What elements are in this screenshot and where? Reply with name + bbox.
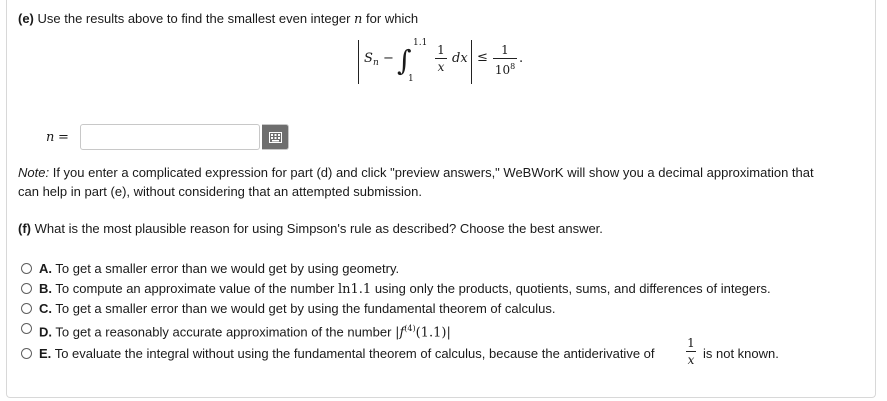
note-label: Note: bbox=[18, 165, 50, 180]
answer-label-var: n bbox=[46, 130, 55, 145]
part-e-prompt: (e) Use the results above to find the sm… bbox=[18, 9, 418, 29]
option-e-post: is not known. bbox=[703, 346, 779, 361]
answer-input[interactable] bbox=[80, 124, 260, 150]
simpson-sub: n bbox=[373, 58, 379, 68]
part-e-label: (e) bbox=[18, 11, 34, 26]
integral-sign: ∫ bbox=[397, 44, 412, 77]
simpson-s: S bbox=[364, 51, 373, 66]
option-c[interactable]: C. To get a smaller error than we would … bbox=[39, 299, 555, 318]
radio-option-e[interactable] bbox=[21, 348, 32, 359]
option-d[interactable]: D. To get a reasonably accurate approxim… bbox=[39, 319, 451, 342]
option-a[interactable]: A. To get a smaller error than we would … bbox=[39, 259, 399, 278]
dx: dx bbox=[452, 51, 468, 66]
formula-period: . bbox=[519, 51, 524, 66]
option-e[interactable]: E. To evaluate the integral without usin… bbox=[39, 344, 655, 363]
note-text-1: If you enter a complicated expression fo… bbox=[52, 165, 814, 180]
integral-lower: 1 bbox=[408, 74, 414, 84]
part-e-text: Use the results above to find the smalle… bbox=[37, 11, 351, 26]
integrand-fraction: 1 x bbox=[435, 43, 447, 74]
note-line-1: Note: If you enter a complicated express… bbox=[18, 163, 814, 182]
keyboard-icon bbox=[268, 131, 282, 143]
part-f-text: What is the most plausible reason for us… bbox=[34, 221, 603, 236]
part-e-after: for which bbox=[366, 11, 419, 26]
error-bound-formula: S n − ∫ 1.1 1 1 x dx ≤ 1 108 . bbox=[356, 36, 536, 96]
rhs-fraction: 1 108 bbox=[493, 43, 517, 77]
answer-label-eq: = bbox=[58, 130, 69, 145]
radio-option-d[interactable] bbox=[21, 323, 32, 334]
radio-option-c[interactable] bbox=[21, 303, 32, 314]
abs-bar-left bbox=[358, 40, 359, 84]
integral-upper: 1.1 bbox=[413, 38, 428, 48]
note-line-2: can help in part (e), without considerin… bbox=[18, 184, 422, 199]
equation-editor-button[interactable] bbox=[262, 124, 289, 150]
part-f-prompt: (f) What is the most plausible reason fo… bbox=[18, 219, 603, 238]
part-f-label: (f) bbox=[18, 221, 31, 236]
minus-sign: − bbox=[383, 51, 394, 66]
abs-bar-right bbox=[471, 40, 472, 84]
radio-option-a[interactable] bbox=[21, 263, 32, 274]
answer-label: n = bbox=[46, 127, 69, 147]
option-e-fraction: 1 x bbox=[686, 336, 696, 367]
part-e-var: n bbox=[354, 12, 363, 27]
radio-option-b[interactable] bbox=[21, 283, 32, 294]
leq-sign: ≤ bbox=[477, 50, 488, 65]
option-b[interactable]: B. To compute an approximate value of th… bbox=[39, 279, 771, 299]
